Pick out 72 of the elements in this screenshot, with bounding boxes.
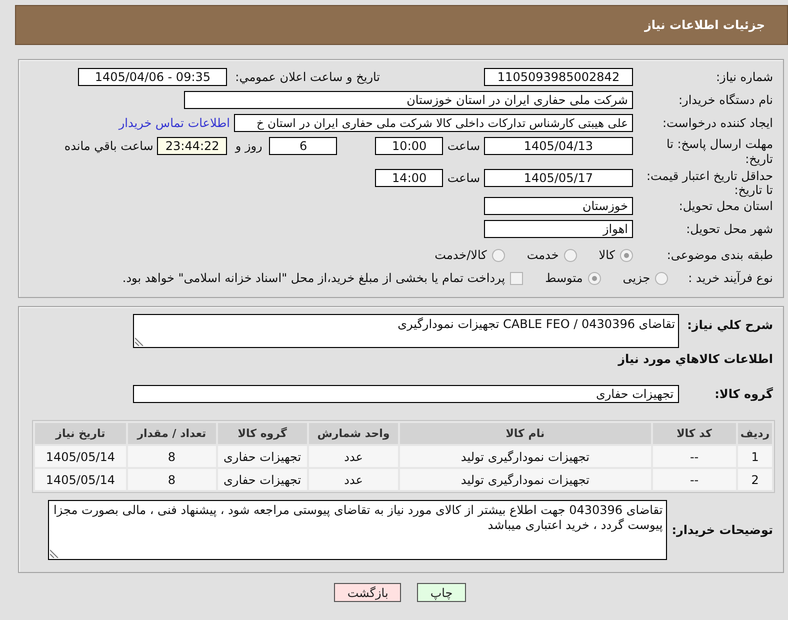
- column-header: تاریخ نیاز: [35, 423, 126, 444]
- field-label: نام دستگاه خریدار:: [678, 92, 773, 108]
- radio-button[interactable]: [655, 272, 668, 284]
- table-cell: --: [652, 446, 736, 467]
- text-field[interactable]: خوزستان: [484, 197, 633, 215]
- time-field[interactable]: 14:00: [375, 169, 444, 187]
- table-cell: تجهیزات نمودارگیری تولید: [400, 446, 650, 467]
- field-label: شماره نیاز:: [715, 70, 773, 84]
- table-cell: 2: [738, 469, 772, 490]
- field-label: حداقل تاریخ اعتبار قیمت: تا تاریخ:: [645, 169, 773, 197]
- resize-grip-icon[interactable]: [135, 337, 144, 346]
- print-button[interactable]: چاپ: [417, 583, 466, 602]
- table-cell: 8: [128, 469, 216, 490]
- countdown-field[interactable]: 23:44:22: [157, 137, 228, 155]
- resize-grip-icon[interactable]: [50, 549, 59, 558]
- checkbox[interactable]: [510, 272, 524, 284]
- notes-box[interactable]: تقاضای 0430396 جهت اطلاع بیشتر از کالای مورد نیاز به تقاضای پیوستی مراجعه شود ، پیشنهاد فنی ، مالی بصورت مجزا پیوست گردد ، خرید اعتباری میباشد: [48, 500, 667, 560]
- table-cell: 1405/05/14: [35, 469, 126, 490]
- column-header: ردیف: [738, 423, 772, 444]
- days-field[interactable]: 6: [269, 137, 338, 155]
- date-field[interactable]: 1405/05/17: [484, 169, 633, 187]
- date-field[interactable]: 1405/04/06 - 09:35: [78, 68, 228, 86]
- number-field[interactable]: 1105093985002842: [484, 68, 633, 86]
- text-field[interactable]: تجهیزات حفاری: [132, 385, 679, 403]
- radio-button[interactable]: [564, 248, 577, 262]
- table-cell: عدد: [309, 469, 398, 490]
- field-label: نوع فرآیند خرید :: [688, 270, 773, 286]
- column-header: گروه کالا: [218, 423, 308, 444]
- checkbox-label: پرداخت تمام یا بخشی از مبلغ خرید،از محل "اسناد خزانه اسلامی" خواهد بود.: [122, 271, 506, 285]
- field-label: ایجاد کننده درخواست:: [661, 116, 773, 130]
- section-title: اطلاعات کالاهاي مورد نیاز: [616, 351, 773, 367]
- table-cell: تجهیزات حفاری: [218, 469, 308, 490]
- column-header: نام کالا: [400, 423, 650, 444]
- description-box[interactable]: تقاضای 0430396 / CABLE FEO تجهیزات نمودارگیری: [133, 314, 680, 348]
- field-label: شهر محل تحویل:: [685, 222, 773, 236]
- table-cell: --: [652, 469, 736, 490]
- column-header: کد کالا: [652, 423, 736, 444]
- field-label: مهلت ارسال پاسخ: تا تاریخ:: [665, 137, 773, 167]
- option-label: کالا: [598, 248, 615, 262]
- field-label: شرح کلي نیاز:: [687, 318, 773, 332]
- text-field[interactable]: اهواز: [484, 220, 633, 238]
- field-label: روز و: [235, 138, 262, 155]
- page-title: جزئیات اطلاعات نیاز: [644, 18, 765, 32]
- time-field[interactable]: 10:00: [375, 137, 444, 155]
- text-field[interactable]: علی هیبتی کارشناس تدارکات داخلی کالا شرکت ملی حفاری ایران در استان خ: [234, 114, 633, 132]
- field-label: گروه کالا:: [714, 387, 773, 401]
- field-label: تاریخ و ساعت اعلان عمومي:: [235, 70, 380, 84]
- field-label: ساعت: [447, 170, 480, 187]
- table-cell: تجهیزات حفاری: [218, 446, 308, 467]
- column-header: واحد شمارش: [309, 423, 398, 444]
- radio-button[interactable]: [588, 272, 601, 284]
- field-label: ساعت باقي مانده: [64, 138, 154, 155]
- table-cell: 1405/05/14: [35, 446, 126, 467]
- option-label: خدمت: [526, 248, 559, 262]
- field-label: ساعت: [447, 138, 480, 155]
- table-cell: عدد: [309, 446, 398, 467]
- option-label: جزیی: [622, 271, 650, 285]
- table-cell: 8: [128, 446, 216, 467]
- radio-button[interactable]: [620, 248, 633, 262]
- option-label: کالا/خدمت: [434, 248, 487, 262]
- field-label: استان محل تحویل:: [678, 198, 773, 214]
- text-field[interactable]: شرکت ملی حفاری ایران در استان خوزستان: [184, 91, 633, 109]
- field-label: طبقه بندی موضوعی:: [666, 248, 773, 262]
- radio-button[interactable]: [492, 248, 505, 262]
- table-cell: 1: [738, 446, 772, 467]
- field-label: توضیحات خریدار:: [672, 523, 773, 537]
- date-field[interactable]: 1405/04/13: [484, 137, 633, 155]
- table-cell: تجهیزات نمودارگیری تولید: [400, 469, 650, 490]
- option-label: متوسط: [545, 271, 583, 285]
- column-header: تعداد / مقدار: [128, 423, 216, 444]
- back-button[interactable]: بازگشت: [334, 583, 402, 602]
- contact-link[interactable]: اطلاعات تماس خریدار: [118, 116, 230, 130]
